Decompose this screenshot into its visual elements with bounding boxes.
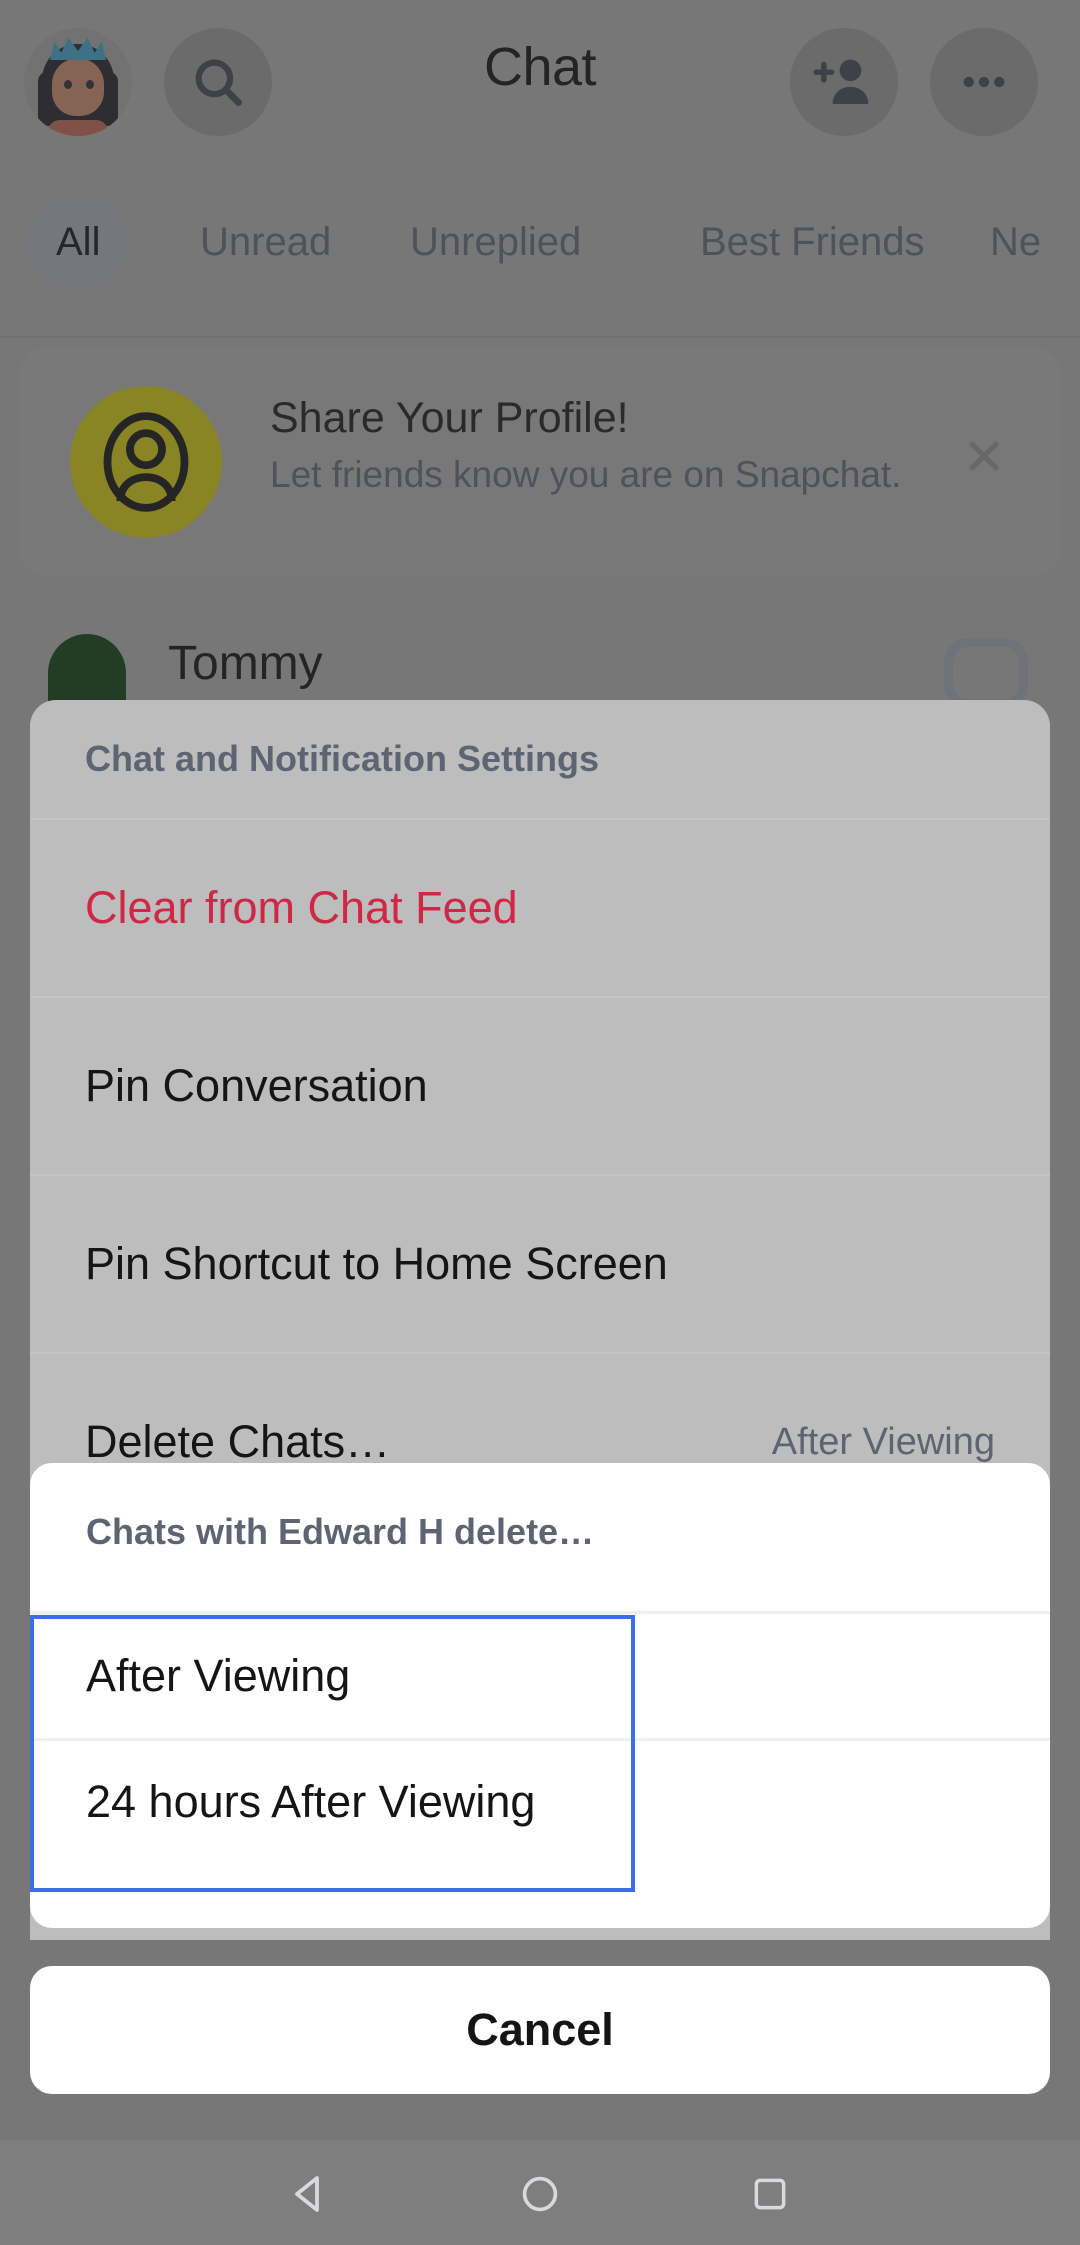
action-row-label: Clear from Chat Feed [85,882,518,933]
delete-chats-dialog: Chats with Edward H delete… After Viewin… [30,1463,1050,1928]
person-outline-icon [70,386,222,538]
nav-back-button[interactable] [280,2166,340,2222]
nav-home-button[interactable] [510,2166,570,2222]
circle-home-icon [522,2176,558,2212]
action-row-clear-from-chat-feed[interactable]: Clear from Chat Feed [30,818,1050,996]
tab-unread[interactable]: Unread [200,196,331,288]
banner-title: Share Your Profile! [270,394,629,442]
action-sheet-header-label: Chat and Notification Settings [85,738,600,779]
triangle-back-icon [295,2176,319,2212]
action-row-pin-conversation[interactable]: Pin Conversation [30,996,1050,1174]
close-icon[interactable]: ✕ [962,432,1006,484]
add-friend-button[interactable] [790,28,898,136]
tab-new[interactable]: Ne [990,196,1041,288]
dialog-title: Chats with Edward H delete… [86,1511,595,1552]
action-row-label: Delete Chats… [85,1416,391,1467]
action-sheet-header: Chat and Notification Settings [30,700,1050,818]
action-row-value: After Viewing [771,1420,995,1463]
chat-item-name: Tommy [168,637,323,690]
top-bar: Chat [0,0,1080,172]
share-profile-banner[interactable]: Share Your Profile! Let friends know you… [20,348,1060,576]
dialog-option-list: After Viewing 24 hours After Viewing [30,1614,1050,1862]
add-friend-icon [813,59,869,104]
action-row-pin-shortcut-to-home-screen[interactable]: Pin Shortcut to Home Screen [30,1174,1050,1352]
dialog-option-after-viewing[interactable]: After Viewing [30,1614,1050,1738]
tab-all[interactable]: All [26,196,131,288]
action-row-label: Pin Shortcut to Home Screen [85,1238,668,1289]
chat-bubble-icon [944,638,1028,708]
banner-subtitle: Let friends know you are on Snapchat. [270,454,902,495]
dialog-option-24-hours-after-viewing[interactable]: 24 hours After Viewing [30,1738,1050,1862]
more-options-button[interactable] [930,28,1038,136]
tabs-divider [0,336,1080,338]
cancel-button[interactable]: Cancel [30,1966,1050,2094]
tab-unreplied[interactable]: Unreplied [410,196,581,288]
share-profile-card[interactable]: Share Your Profile! Let friends know you… [30,358,1050,566]
filter-tabs: All Unread Unreplied Best Friends Ne [0,196,1080,288]
more-options-icon [963,76,1005,88]
nav-recents-button[interactable] [740,2166,800,2222]
square-recents-icon [754,2178,786,2210]
android-navigation-bar [0,2140,1080,2245]
action-row-label: Pin Conversation [85,1060,428,1111]
tab-best-friends[interactable]: Best Friends [700,196,925,288]
page-title: Chat [483,37,597,97]
